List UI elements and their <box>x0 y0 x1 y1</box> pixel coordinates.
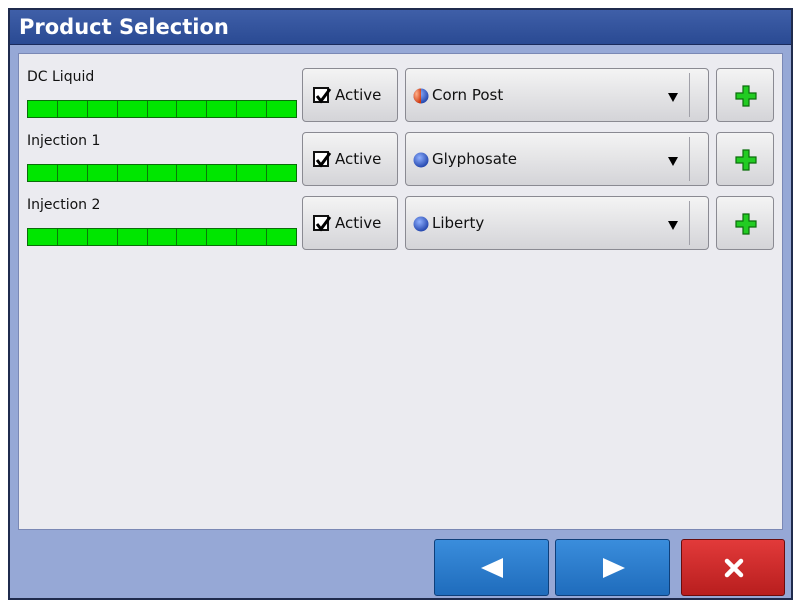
dropdown-arrow-icon <box>668 93 678 102</box>
product-row: DC Liquid Active Corn Post <box>19 63 782 122</box>
dropdown-arrow-icon <box>668 157 678 166</box>
next-button[interactable] <box>555 539 670 596</box>
checkbox-checked-icon <box>313 87 332 104</box>
product-name: Liberty <box>432 214 485 232</box>
left-arrow-icon <box>481 558 503 578</box>
product-row-label: Injection 2 <box>27 197 101 213</box>
active-label: Active <box>335 150 382 168</box>
product-dropdown[interactable]: Corn Post <box>405 68 709 122</box>
section-bar <box>27 164 297 182</box>
plus-icon <box>735 85 757 107</box>
dropdown-arrow-icon <box>668 221 678 230</box>
active-toggle[interactable]: Active <box>302 132 398 186</box>
add-product-button[interactable] <box>716 132 774 186</box>
section-bar <box>27 228 297 246</box>
product-row: Injection 2 Active Liberty <box>19 191 782 250</box>
product-dropdown[interactable]: Glyphosate <box>405 132 709 186</box>
close-icon <box>724 558 744 578</box>
product-name: Glyphosate <box>432 150 517 168</box>
add-product-button[interactable] <box>716 196 774 250</box>
cancel-button[interactable] <box>681 539 785 596</box>
section-bar <box>27 100 297 118</box>
active-toggle[interactable]: Active <box>302 196 398 250</box>
plus-icon <box>735 149 757 171</box>
product-row-label: Injection 1 <box>27 133 101 149</box>
half-red-blue-sphere-icon <box>413 88 429 104</box>
add-product-button[interactable] <box>716 68 774 122</box>
product-list: DC Liquid Active Corn Post Injection 1 A… <box>18 53 783 530</box>
blue-sphere-icon <box>413 152 429 168</box>
product-dropdown[interactable]: Liberty <box>405 196 709 250</box>
product-selection-window: Product Selection DC Liquid Active Corn … <box>8 8 793 600</box>
plus-icon <box>735 213 757 235</box>
active-label: Active <box>335 86 382 104</box>
checkbox-checked-icon <box>313 151 332 168</box>
right-arrow-icon <box>603 558 625 578</box>
checkbox-checked-icon <box>313 215 332 232</box>
product-row: Injection 1 Active Glyphosate <box>19 127 782 186</box>
product-name: Corn Post <box>432 86 504 104</box>
window-title: Product Selection <box>10 10 791 45</box>
blue-sphere-icon <box>413 216 429 232</box>
active-toggle[interactable]: Active <box>302 68 398 122</box>
active-label: Active <box>335 214 382 232</box>
product-row-label: DC Liquid <box>27 69 95 85</box>
back-button[interactable] <box>434 539 549 596</box>
